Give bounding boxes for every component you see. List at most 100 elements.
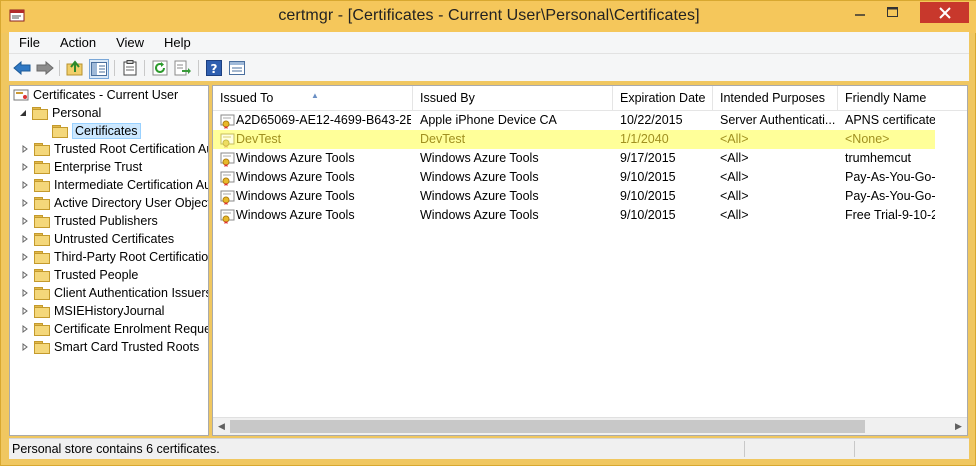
- tree-node-store[interactable]: Trusted Root Certification Au: [20, 140, 208, 158]
- table-row[interactable]: Windows Azure Tools Windows Azure Tools …: [213, 206, 935, 225]
- tree-node-root[interactable]: Certificates - Current User: [13, 86, 178, 104]
- table-row[interactable]: Windows Azure Tools Windows Azure Tools …: [213, 187, 935, 206]
- cell-purposes: <All>: [720, 151, 749, 165]
- cell-issued-by: Windows Azure Tools: [420, 189, 539, 203]
- certificate-list[interactable]: Issued To ▲ Issued By Expiration Date In…: [212, 85, 968, 436]
- tree-store-label: Untrusted Certificates: [54, 232, 175, 246]
- close-button[interactable]: [920, 2, 969, 23]
- properties-icon[interactable]: [228, 59, 246, 77]
- table-row[interactable]: Windows Azure Tools Windows Azure Tools …: [213, 168, 935, 187]
- cell-issued-to: A2D65069-AE12-4699-B643-2EE...: [236, 113, 411, 127]
- cell-friendly-name: Pay-As-You-Go-9-...: [845, 189, 935, 203]
- cell-friendly-name: trumhemcut: [845, 151, 911, 165]
- tree-node-store[interactable]: Intermediate Certification Au: [20, 176, 208, 194]
- show-hide-tree-icon[interactable]: [89, 59, 109, 79]
- tree-store-label: Third-Party Root Certification: [54, 250, 209, 264]
- menu-view[interactable]: View: [106, 35, 154, 50]
- forward-arrow-icon[interactable]: [36, 59, 54, 77]
- tree-node-store[interactable]: Untrusted Certificates: [20, 230, 174, 248]
- toolbar: ?: [9, 53, 969, 81]
- tree-node-store[interactable]: Certificate Enrolment Reques: [20, 320, 208, 338]
- scrollbar-thumb[interactable]: [230, 420, 865, 433]
- menu-action[interactable]: Action: [50, 35, 106, 50]
- tree-node-store[interactable]: Client Authentication Issuers: [20, 284, 208, 302]
- export-list-icon[interactable]: [174, 59, 192, 77]
- tree-node-store[interactable]: Third-Party Root Certification: [20, 248, 209, 266]
- folder-icon: [34, 286, 50, 300]
- tree-personal-label: Personal: [52, 106, 102, 120]
- tree-certificates-label: Certificates: [72, 123, 141, 139]
- folder-icon: [34, 250, 50, 264]
- tree-node-store[interactable]: Smart Card Trusted Roots: [20, 338, 199, 356]
- table-row[interactable]: Windows Azure Tools Windows Azure Tools …: [213, 149, 935, 168]
- folder-icon: [34, 232, 50, 246]
- cell-issued-by: Windows Azure Tools: [420, 151, 539, 165]
- certificate-icon: [220, 132, 236, 148]
- clipboard-icon[interactable]: [121, 59, 139, 77]
- column-header-intended-purposes[interactable]: Intended Purposes: [713, 86, 838, 110]
- refresh-icon[interactable]: [151, 59, 169, 77]
- column-header-issued-to[interactable]: Issued To ▲: [213, 86, 413, 110]
- expand-triangle-icon[interactable]: [20, 306, 30, 316]
- expand-triangle-icon[interactable]: [20, 162, 30, 172]
- menu-help[interactable]: Help: [154, 35, 201, 50]
- cell-issued-by: Windows Azure Tools: [420, 208, 539, 222]
- table-row-highlighted[interactable]: DevTest DevTest 1/1/2040 <All> <None>: [213, 130, 935, 149]
- tree-node-store[interactable]: Trusted Publishers: [20, 212, 158, 230]
- tree-node-store[interactable]: MSIEHistoryJournal: [20, 302, 164, 320]
- table-row[interactable]: A2D65069-AE12-4699-B643-2EE... Apple iPh…: [213, 111, 935, 130]
- tree-store-label: Enterprise Trust: [54, 160, 143, 174]
- toolbar-separator: [114, 60, 115, 76]
- back-arrow-icon[interactable]: [13, 59, 31, 77]
- certificate-icon: [220, 189, 236, 205]
- column-header-issued-by[interactable]: Issued By: [413, 86, 613, 110]
- scroll-left-icon[interactable]: ◀: [213, 418, 230, 435]
- title-bar[interactable]: certmgr - [Certificates - Current User\P…: [1, 1, 976, 33]
- tree-node-certificates[interactable]: Certificates: [52, 122, 141, 140]
- column-label: Issued To: [220, 91, 274, 105]
- cell-friendly-name: Pay-As-You-Go-9-...: [845, 170, 935, 184]
- tree-node-store[interactable]: Trusted People: [20, 266, 138, 284]
- certificate-icon: [220, 113, 236, 129]
- tree-store-label: Smart Card Trusted Roots: [54, 340, 200, 354]
- tree-store-label: Active Directory User Object: [54, 196, 209, 210]
- console-tree[interactable]: Certificates - Current User Personal Cer…: [9, 85, 209, 436]
- expand-triangle-icon[interactable]: [20, 342, 30, 352]
- column-header-expiration-date[interactable]: Expiration Date: [613, 86, 713, 110]
- cell-issued-by: Apple iPhone Device CA: [420, 113, 557, 127]
- cell-friendly-name: <None>: [845, 132, 890, 146]
- menu-bar: File Action View Help: [9, 32, 969, 53]
- toolbar-separator: [198, 60, 199, 76]
- folder-open-icon: [32, 106, 48, 120]
- column-label: Intended Purposes: [720, 91, 825, 105]
- minimize-button[interactable]: [846, 1, 874, 23]
- expand-triangle-icon[interactable]: [20, 288, 30, 298]
- cell-expiration: 1/1/2040: [620, 132, 669, 146]
- expand-triangle-icon[interactable]: [20, 216, 30, 226]
- status-divider: [744, 441, 745, 457]
- expand-triangle-icon[interactable]: [20, 234, 30, 244]
- maximize-button[interactable]: [878, 1, 906, 23]
- expand-triangle-icon[interactable]: [20, 270, 30, 280]
- tree-node-store[interactable]: Enterprise Trust: [20, 158, 142, 176]
- expand-triangle-icon[interactable]: [20, 180, 30, 190]
- tree-node-personal[interactable]: Personal: [18, 104, 101, 122]
- folder-icon: [34, 214, 50, 228]
- up-folder-icon[interactable]: [66, 59, 84, 77]
- expand-triangle-icon[interactable]: [20, 198, 30, 208]
- help-icon[interactable]: ?: [205, 59, 223, 77]
- collapse-triangle-icon[interactable]: [18, 108, 28, 118]
- sort-ascending-icon: ▲: [311, 91, 319, 100]
- expand-triangle-icon[interactable]: [20, 324, 30, 334]
- horizontal-scrollbar[interactable]: ◀ ▶: [213, 417, 967, 435]
- expand-triangle-icon[interactable]: [20, 144, 30, 154]
- scroll-right-icon[interactable]: ▶: [950, 418, 967, 435]
- certificate-icon: [220, 151, 236, 167]
- folder-icon: [34, 340, 50, 354]
- cell-expiration: 10/22/2015: [620, 113, 683, 127]
- expand-triangle-icon[interactable]: [20, 252, 30, 262]
- cell-purposes: <All>: [720, 132, 749, 146]
- column-header-friendly-name[interactable]: Friendly Name: [838, 86, 967, 110]
- tree-node-store[interactable]: Active Directory User Object: [20, 194, 209, 212]
- menu-file[interactable]: File: [9, 35, 50, 50]
